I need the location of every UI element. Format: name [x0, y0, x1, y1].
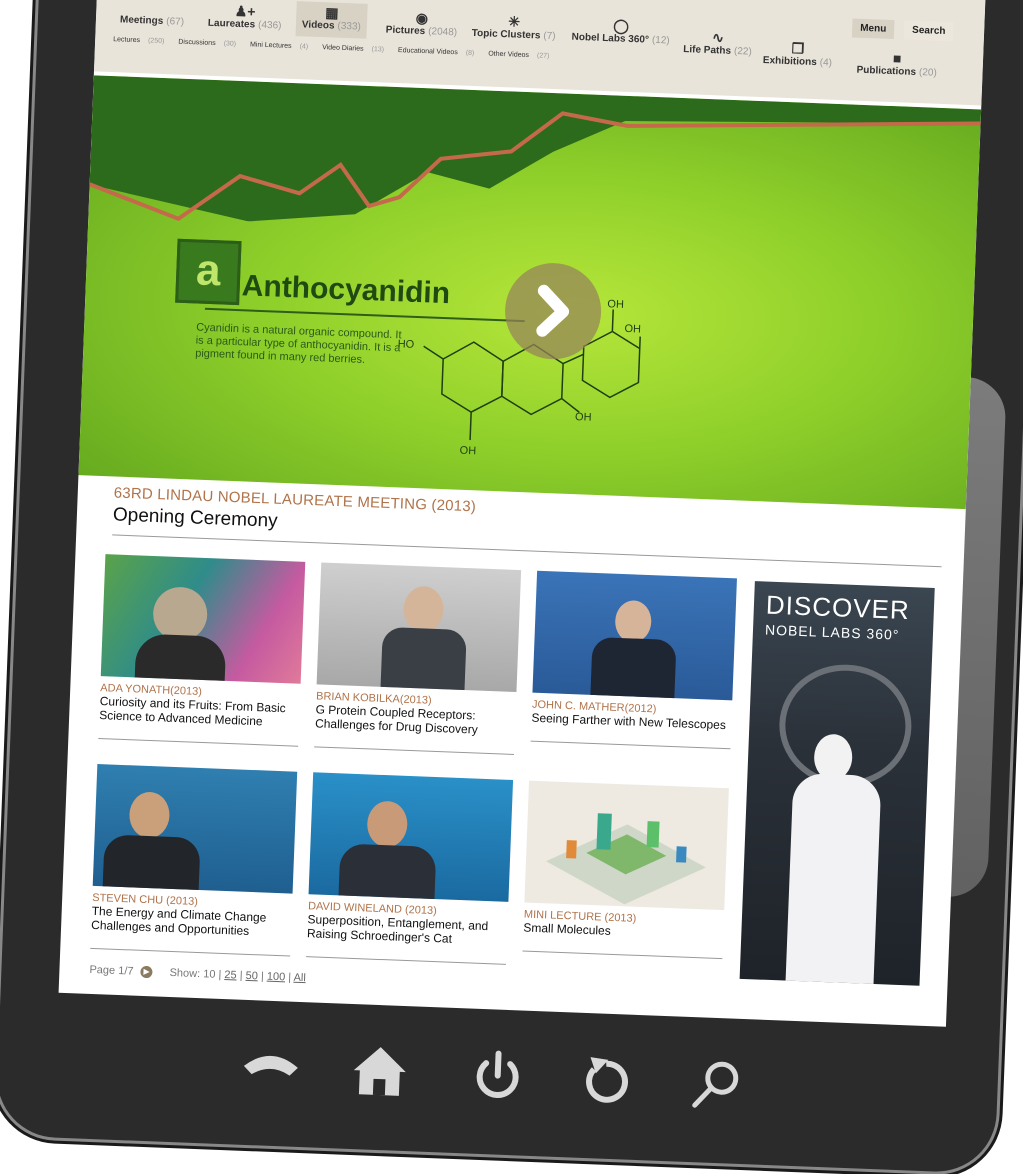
- cleanroom-suit: [785, 773, 881, 986]
- subnav-lectures[interactable]: Lectures(250): [113, 36, 170, 45]
- oh-label: OH: [459, 445, 476, 458]
- divider: [314, 746, 514, 755]
- ho-label: HO: [397, 338, 414, 351]
- video-thumbnail: [93, 764, 298, 894]
- video-card[interactable]: DAVID WINELAND (2013) Superposition, Ent…: [306, 772, 513, 965]
- nav-exhibitions[interactable]: ❐ Exhibitions(4): [763, 39, 833, 69]
- video-subnavigation: Lectures(250) Discussions(30) Mini Lectu…: [113, 36, 562, 69]
- page-size-option[interactable]: 100: [267, 971, 286, 984]
- video-thumbnail: [524, 781, 729, 911]
- video-thumbnail: [101, 554, 306, 684]
- nav-videos[interactable]: ▦ Videos(333): [295, 1, 367, 39]
- nav-life-paths[interactable]: ∿ Life Paths(22): [683, 28, 753, 58]
- subnav-other-videos[interactable]: Other Videos(27): [488, 50, 555, 60]
- nav-topic-clusters[interactable]: ✳ Topic Clusters(7): [471, 12, 556, 42]
- subnav-video-diaries[interactable]: Video Diaries(13): [322, 44, 390, 54]
- search-icon[interactable]: [686, 1053, 748, 1115]
- event-title[interactable]: Opening Ceremony: [113, 504, 278, 532]
- oh-label: OH: [624, 323, 641, 336]
- hero-letter-badge: a: [175, 239, 241, 305]
- back-icon[interactable]: [575, 1049, 637, 1111]
- divider: [522, 950, 722, 959]
- search-button[interactable]: Search: [904, 20, 954, 41]
- play-button[interactable]: [503, 261, 603, 361]
- page-size-current: 10: [203, 968, 216, 980]
- home-icon[interactable]: [349, 1040, 411, 1102]
- nobel-labs-promo[interactable]: DISCOVER NOBEL LABS 360°: [740, 581, 935, 986]
- subnav-discussions[interactable]: Discussions(30): [178, 39, 242, 48]
- subnav-educational-videos[interactable]: Educational Videos(8): [398, 47, 481, 57]
- nav-laureates[interactable]: ♟+ Laureates(436): [208, 2, 283, 32]
- subnav-mini-lectures[interactable]: Mini Lectures(4): [250, 41, 314, 50]
- video-card[interactable]: BRIAN KOBILKA(2013) G Protein Coupled Re…: [314, 562, 521, 755]
- video-thumbnail: [532, 571, 737, 701]
- oh-label: OH: [575, 411, 592, 424]
- video-thumbnail: [309, 772, 514, 902]
- chevron-right-icon[interactable]: ▶: [140, 966, 152, 978]
- show-label: Show:: [169, 967, 200, 980]
- power-icon[interactable]: [467, 1044, 529, 1106]
- hero-video[interactable]: a Anthocyanidin Cyanidin is a natural or…: [78, 75, 981, 509]
- nav-publications[interactable]: ■ Publications(20): [856, 49, 937, 79]
- page-size-option[interactable]: 25: [224, 969, 237, 981]
- video-card[interactable]: STEVEN CHU (2013) The Energy and Climate…: [90, 764, 297, 957]
- divider: [531, 741, 731, 750]
- oh-label: OH: [607, 298, 624, 311]
- page-size-option[interactable]: All: [293, 972, 306, 984]
- divider: [90, 948, 290, 957]
- promo-heading: DISCOVER: [765, 590, 910, 626]
- nav-nobel-labs[interactable]: ◯ Nobel Labs 360°(12): [571, 16, 670, 47]
- video-card[interactable]: JOHN C. MATHER(2012) Seeing Farther with…: [531, 571, 737, 750]
- page-size-option[interactable]: 50: [245, 970, 258, 982]
- tablet-frame: ​ Meetings(67) ♟+ Laureates(436) ▦ Video…: [0, 0, 1023, 1174]
- menu-button[interactable]: Menu: [852, 18, 895, 39]
- tablet-screen: ​ Meetings(67) ♟+ Laureates(436) ▦ Video…: [59, 0, 986, 1027]
- phone-icon[interactable]: [235, 1036, 307, 1089]
- video-card[interactable]: ADA YONATH(2013) Curiosity and its Fruit…: [98, 554, 305, 747]
- divider: [306, 956, 506, 965]
- pagination: Page 1/7 ▶ Show: 10 | 25 | 50 | 100 | Al…: [89, 964, 306, 984]
- divider: [98, 738, 298, 747]
- video-thumbnail: [317, 562, 522, 692]
- video-card[interactable]: MINI LECTURE (2013) Small Molecules: [522, 781, 728, 960]
- nav-meetings[interactable]: ​ Meetings(67): [120, 0, 185, 28]
- hero-description: Cyanidin is a natural organic compound. …: [195, 321, 406, 368]
- page-indicator: Page 1/7: [89, 964, 133, 978]
- chevron-right-icon: [503, 261, 603, 361]
- nav-pictures[interactable]: ◉ Pictures(2048): [386, 9, 458, 39]
